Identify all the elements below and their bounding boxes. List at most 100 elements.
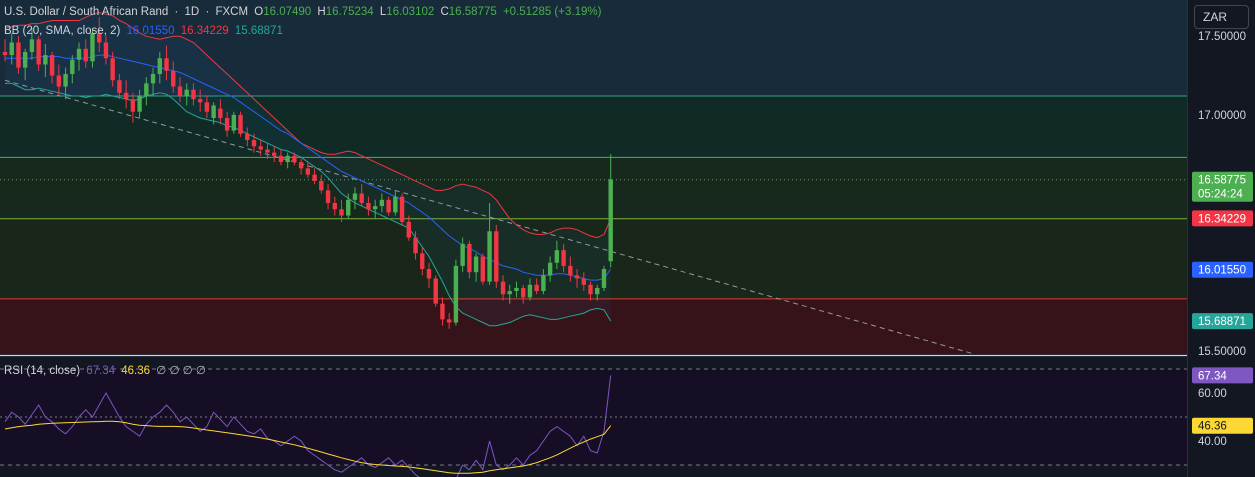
candle-body [325, 190, 331, 203]
candle-body [63, 73, 68, 87]
bb-basis-value: 16.01550 [126, 25, 175, 37]
rsi-legend[interactable]: RSI (14, close) 67.34 46.36 ∅ ∅ ∅ ∅ [4, 363, 209, 377]
axis-background [1187, 0, 1255, 477]
candle-body [460, 243, 465, 266]
candle-body [83, 48, 88, 62]
rsi-band [0, 369, 1187, 465]
currency-selector[interactable]: ZAR [1194, 5, 1249, 29]
open-label: O [254, 6, 264, 18]
candle-body [467, 243, 472, 273]
candle-body [204, 102, 210, 112]
candle-body [36, 39, 41, 65]
candle-body [285, 155, 290, 163]
candle-body [433, 278, 438, 304]
candle-body [514, 287, 519, 292]
candle-body [278, 155, 284, 163]
high-value: 16.75234 [325, 6, 374, 18]
bb-legend[interactable]: BB (20, SMA, close, 2) 16.01550 16.34229… [4, 25, 286, 37]
price-zone [0, 95, 1187, 158]
price-axis: 17.5000017.0000016.5000015.5000060.0040.… [1187, 0, 1255, 477]
open-value: 16.07490 [263, 6, 312, 18]
candle-body [298, 162, 304, 169]
candle-body [372, 206, 378, 210]
bb-upper-value: 16.34229 [180, 25, 229, 37]
candle-body [541, 275, 546, 292]
bb-upper-label-text: 16.34229 [1198, 213, 1246, 225]
candle-body [399, 196, 405, 222]
candle-body [386, 199, 391, 213]
rsi-ma-label-text: 46.36 [1198, 421, 1227, 433]
separator: · [205, 6, 210, 18]
candle-body [534, 284, 539, 292]
price-tick-label: 17.00000 [1198, 110, 1246, 122]
candle-body [70, 59, 75, 74]
candle-body [76, 48, 82, 60]
candle-body [473, 256, 479, 273]
candle-body [346, 199, 351, 216]
candle-body [601, 269, 607, 288]
candle-body [22, 51, 28, 68]
candle-body [507, 291, 512, 295]
candle-body [379, 199, 385, 207]
candle-body [292, 155, 297, 163]
candle-body [251, 140, 257, 147]
price-zone [0, 157, 1187, 219]
candle-body [413, 237, 418, 254]
close-value: 16.58775 [448, 6, 497, 18]
candle-body [272, 152, 277, 156]
rsi-ma-value: 46.36 [121, 365, 151, 377]
candle-body [150, 73, 156, 84]
candle-body [191, 89, 196, 100]
candle-body [16, 42, 21, 68]
bb-label[interactable]: BB (20, SMA, close, 2) [4, 25, 120, 37]
candle-body [426, 269, 432, 279]
candle-body [258, 146, 263, 150]
candle-body [339, 209, 344, 216]
candle-body [359, 193, 364, 203]
candle-body [446, 319, 452, 323]
candle-body [117, 80, 122, 93]
candle-body [319, 180, 324, 191]
candle-body [144, 83, 149, 96]
candle-body [43, 55, 48, 65]
candle-body [164, 58, 169, 71]
candle-body [177, 86, 183, 96]
candle-body [568, 265, 573, 276]
candle-body [265, 149, 270, 153]
bb-basis-label-text: 16.01550 [1198, 265, 1246, 277]
candle-body [157, 58, 162, 74]
candle-body [521, 287, 526, 298]
symbol-name[interactable]: U.S. Dollar / South African Rand [4, 6, 168, 18]
interval-label[interactable]: 1D [185, 6, 200, 18]
candle-body [29, 39, 35, 52]
candle-body [480, 256, 486, 282]
price-tick-label: 15.50000 [1198, 346, 1246, 358]
candle-body [420, 253, 425, 270]
rsi-tick-label: 40.00 [1198, 436, 1227, 448]
price-tick-label: 17.50000 [1198, 31, 1246, 43]
price-chart[interactable]: 17.5000017.0000016.5000015.5000060.0040.… [0, 0, 1255, 477]
candle-body [56, 75, 62, 87]
candle-body [218, 108, 223, 118]
symbol-legend: U.S. Dollar / South African Rand · 1D · … [4, 6, 604, 18]
candle-body [527, 284, 533, 298]
exchange-label: FXCM [215, 6, 249, 18]
candle-body [487, 231, 492, 282]
candle-body [2, 51, 8, 56]
candle-body [103, 42, 109, 59]
candle-body [312, 174, 317, 181]
candle-body [123, 92, 129, 100]
bb-lower-value: 15.68871 [234, 25, 283, 37]
rsi-label[interactable]: RSI (14, close) [4, 365, 80, 377]
candle-body [554, 250, 560, 263]
candle-body [588, 284, 593, 295]
candle-body [393, 196, 398, 213]
rsi-tick-label: 60.00 [1198, 388, 1227, 400]
candle-body [352, 193, 358, 200]
bb-lower-label-text: 15.68871 [1198, 316, 1246, 328]
candle-body [500, 281, 506, 295]
candle-body [90, 33, 95, 62]
candle-body [453, 265, 459, 323]
candle-body [608, 179, 613, 262]
candle-body [211, 105, 216, 118]
